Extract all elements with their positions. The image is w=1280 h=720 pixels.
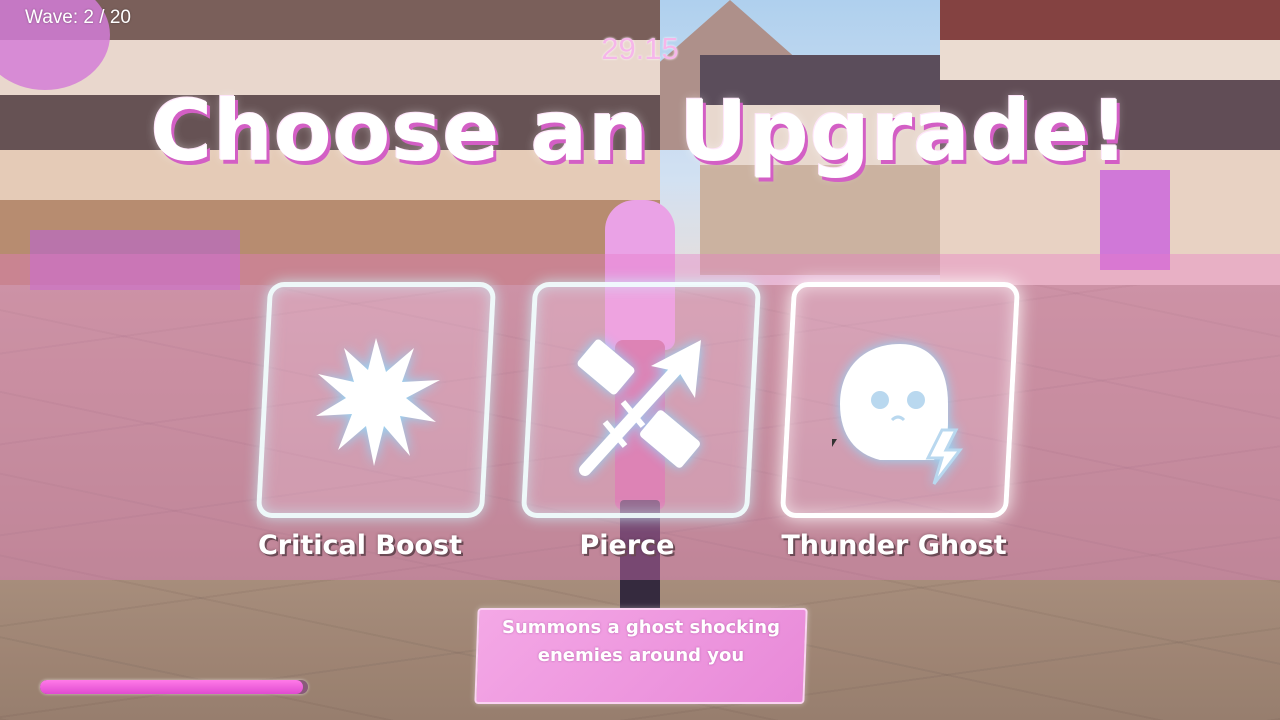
burst-icon [316,338,440,466]
wave-timer: 29.15 [601,31,679,66]
upgrade-description-text: Summons a ghost shocking enemies around … [476,614,806,670]
wave-counter: Wave: 2 / 20 [25,7,131,28]
upgrade-label-pierce: Pierce [579,530,675,561]
upgrade-card-thunder-ghost[interactable] [779,282,1021,518]
upgrade-label-thunder-ghost: Thunder Ghost [781,530,1007,561]
description-line-1: Summons a ghost shocking [502,617,780,638]
upgrade-label-critical-boost: Critical Boost [257,530,463,561]
upgrade-title: Choose an Upgrade! [150,82,1130,180]
player-progress-bar [40,680,308,694]
player-progress-bar-fill [40,680,303,694]
piercing-arrow-icon [577,339,701,476]
ghost-lightning-icon [840,344,964,485]
upgrade-card-critical-boost[interactable] [255,282,497,518]
description-line-2: enemies around you [537,645,745,666]
mouse-cursor-icon [832,439,837,447]
upgrade-card-pierce[interactable] [520,282,762,518]
